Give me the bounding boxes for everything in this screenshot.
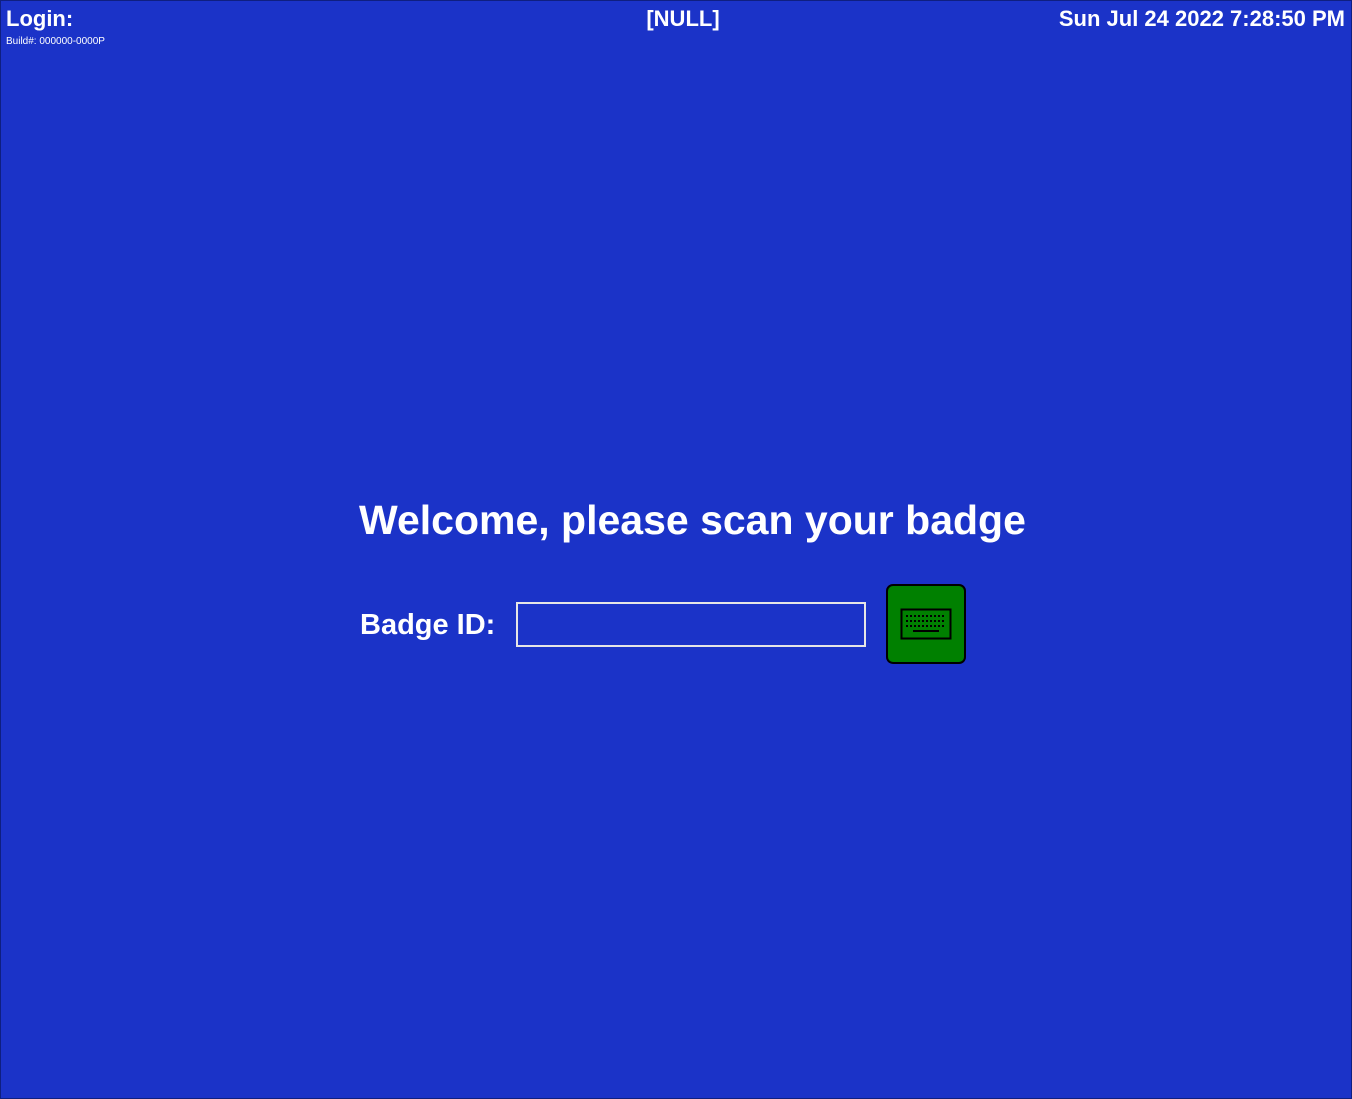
welcome-message: Welcome, please scan your badge — [359, 497, 1026, 543]
badge-id-label: Badge ID: — [360, 609, 496, 641]
keyboard-icon — [900, 608, 952, 640]
build-number: Build#: 000000-0000P — [6, 36, 105, 47]
badge-id-input[interactable] — [516, 602, 866, 647]
keyboard-button[interactable] — [886, 584, 966, 664]
datetime-display: Sun Jul 24 2022 7:28:50 PM — [1058, 6, 1345, 31]
